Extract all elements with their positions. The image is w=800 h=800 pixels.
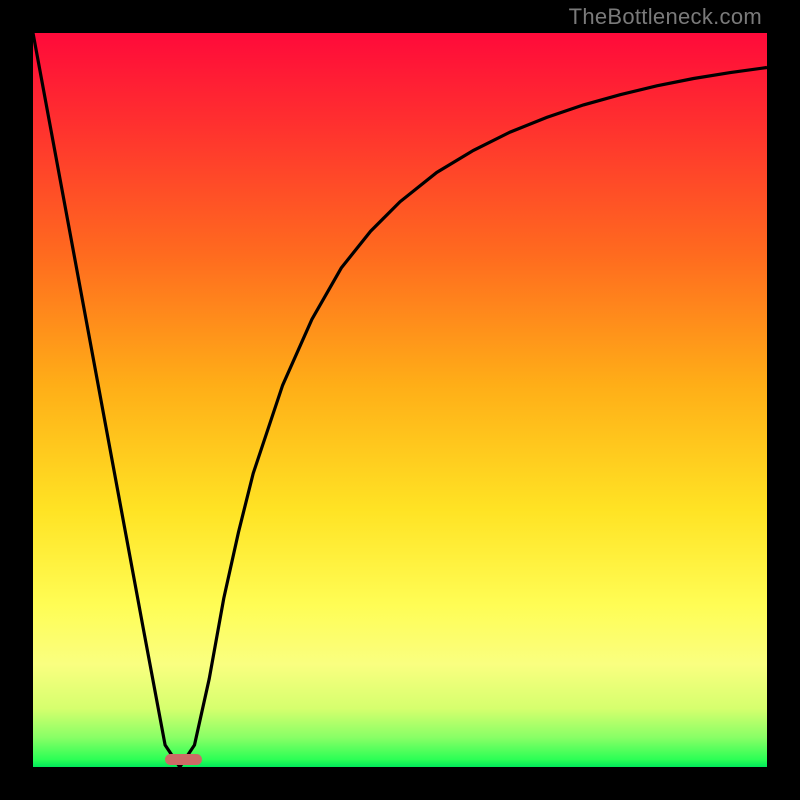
optimal-range-marker <box>165 754 202 765</box>
chart-plot-area <box>33 33 767 767</box>
bottleneck-curve <box>33 33 767 767</box>
bottleneck-curve-path <box>33 33 767 767</box>
watermark-text: TheBottleneck.com <box>569 4 762 30</box>
